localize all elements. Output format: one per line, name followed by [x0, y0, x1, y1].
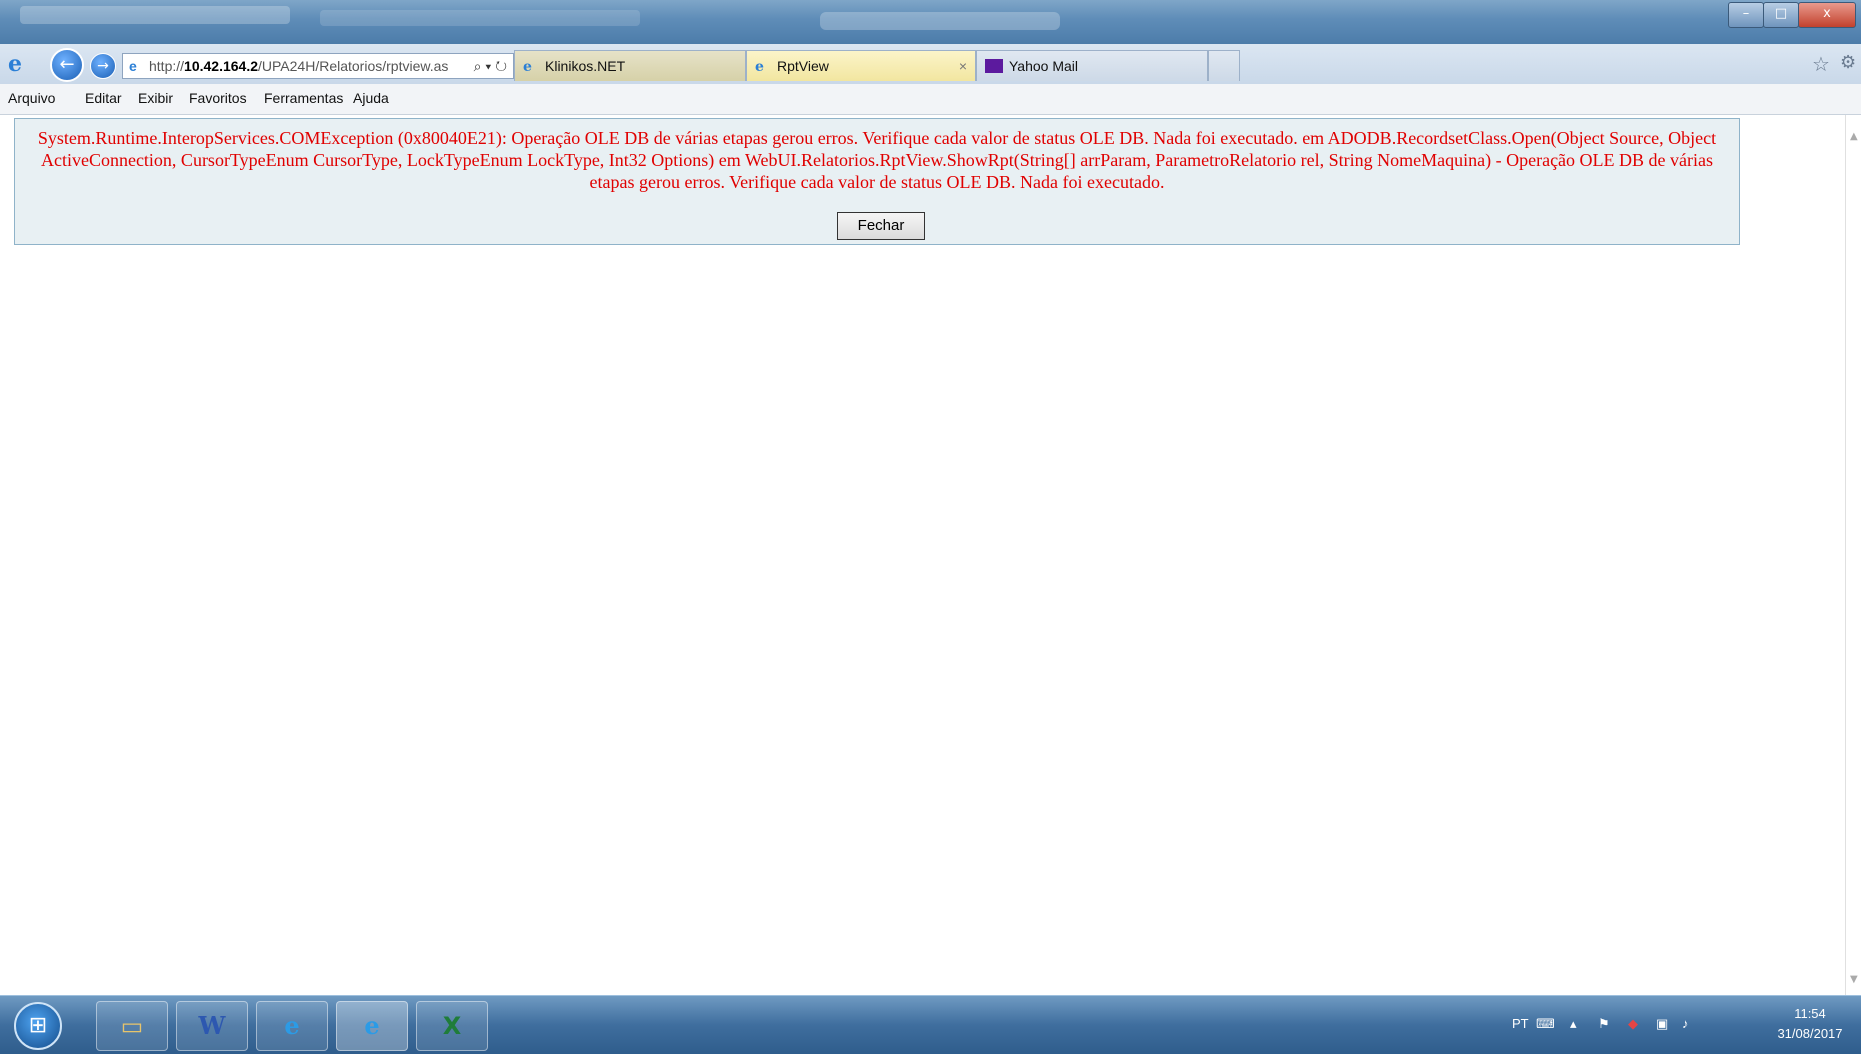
- back-button[interactable]: ←: [50, 48, 84, 82]
- address-tools[interactable]: ⌕ ▾ ↻: [469, 54, 507, 78]
- ie-page-icon: e: [523, 59, 532, 75]
- menu-item-arquivo[interactable]: Arquivo: [8, 90, 55, 106]
- internet-explorer-icon[interactable]: e: [256, 1001, 328, 1051]
- close-tab-icon[interactable]: ×: [959, 51, 967, 81]
- taskbar: ⊞ ▭ W e e X PT ⌨ ▴ ⚑ ◆ ▣ ♪ 11:54 31/08/2…: [0, 995, 1861, 1054]
- gear-icon[interactable]: ⚙: [1840, 52, 1856, 73]
- tab-label: Klinikos.NET: [545, 58, 626, 74]
- start-button[interactable]: ⊞: [14, 1002, 62, 1050]
- close-window-button[interactable]: x: [1798, 2, 1856, 28]
- address-scheme: http://: [149, 58, 185, 74]
- minimize-button[interactable]: –: [1728, 2, 1764, 28]
- show-hidden-icons[interactable]: ▴: [1570, 1016, 1577, 1032]
- dropdown-icon[interactable]: ▾: [485, 58, 491, 74]
- tab-label: RptView: [777, 58, 829, 74]
- volume-icon[interactable]: ♪: [1682, 1016, 1689, 1031]
- page-icon: e: [129, 58, 137, 74]
- clock-time: 11:54: [1794, 1006, 1826, 1021]
- tab-klinikos[interactable]: e Klinikos.NET: [514, 50, 746, 81]
- maximize-button[interactable]: □: [1763, 2, 1799, 28]
- ie-page-icon: e: [755, 59, 764, 75]
- address-host: 10.42.164.2: [184, 58, 258, 74]
- error-panel: System.Runtime.InteropServices.COMExcept…: [14, 118, 1740, 245]
- favorites-star-icon[interactable]: ☆: [1812, 52, 1830, 76]
- error-message: System.Runtime.InteropServices.COMExcept…: [37, 128, 1717, 192]
- address-bar[interactable]: e http://10.42.164.2/UPA24H/Relatorios/rp…: [122, 53, 514, 79]
- forward-button[interactable]: →: [90, 53, 116, 79]
- titlebar-glass: [20, 6, 290, 24]
- fechar-button[interactable]: Fechar: [837, 212, 925, 240]
- window-title-blurred: [820, 12, 1060, 30]
- internet-explorer-active-icon[interactable]: e: [336, 1001, 408, 1051]
- keyboard-icon[interactable]: ⌨: [1536, 1016, 1555, 1032]
- file-explorer-icon[interactable]: ▭: [96, 1001, 168, 1051]
- menu-item-ferramentas[interactable]: Ferramentas: [264, 90, 343, 106]
- menu-item-favoritos[interactable]: Favoritos: [189, 90, 247, 106]
- system-clock[interactable]: 11:54 31/08/2017: [1770, 1004, 1850, 1044]
- search-icon[interactable]: ⌕: [474, 58, 482, 74]
- scroll-up-icon[interactable]: ▲: [1850, 131, 1858, 142]
- scroll-down-icon[interactable]: ▼: [1850, 974, 1858, 985]
- network-icon[interactable]: ▣: [1656, 1016, 1668, 1032]
- clock-date: 31/08/2017: [1777, 1026, 1843, 1041]
- acrobat-icon[interactable]: ◆: [1628, 1016, 1638, 1032]
- new-tab-button[interactable]: [1208, 50, 1240, 81]
- action-center-flag-icon[interactable]: ⚑: [1598, 1016, 1610, 1032]
- menu-item-ajuda[interactable]: Ajuda: [353, 90, 389, 106]
- refresh-icon[interactable]: ↻: [495, 58, 507, 74]
- excel-icon[interactable]: X: [416, 1001, 488, 1051]
- titlebar-glass: [320, 10, 640, 26]
- page-content: System.Runtime.InteropServices.COMExcept…: [0, 115, 1840, 995]
- navigation-bar: e ← → e http://10.42.164.2/UPA24H/Relator…: [0, 44, 1861, 85]
- vertical-scrollbar[interactable]: ▲ ▼: [1845, 115, 1861, 995]
- tab-rptview[interactable]: e RptView ×: [746, 50, 976, 81]
- language-indicator[interactable]: PT: [1512, 1016, 1529, 1031]
- tab-label: Yahoo Mail: [1009, 58, 1079, 74]
- address-path: /UPA24H/Relatorios/rptview.as: [258, 58, 449, 74]
- word-icon[interactable]: W: [176, 1001, 248, 1051]
- yahoo-mail-icon: [985, 59, 1003, 73]
- menu-bar: Arquivo Editar Exibir Favoritos Ferramen…: [0, 84, 1861, 115]
- internet-explorer-icon: e: [8, 51, 22, 77]
- window-titlebar: – □ x: [0, 0, 1861, 47]
- menu-item-editar[interactable]: Editar: [85, 90, 122, 106]
- tab-yahoo-mail[interactable]: Yahoo Mail: [976, 50, 1208, 81]
- menu-item-exibir[interactable]: Exibir: [138, 90, 173, 106]
